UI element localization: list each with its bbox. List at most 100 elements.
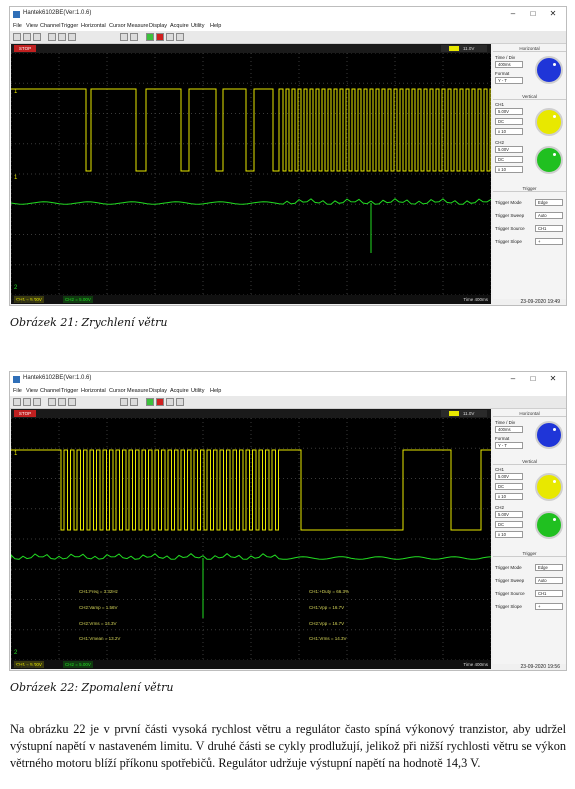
run-icon[interactable] xyxy=(146,398,154,406)
ch1-volt-select[interactable]: 5.00V xyxy=(495,473,523,480)
menu-horizontal[interactable]: Horizontal xyxy=(81,388,106,394)
trigger-sweep-select[interactable]: Auto xyxy=(535,212,563,219)
menu-channel[interactable]: Channel xyxy=(40,23,61,29)
zoom-out-icon[interactable] xyxy=(130,398,138,406)
ch1-ground-marker[interactable]: 1 xyxy=(14,175,18,181)
menu-view[interactable]: View xyxy=(26,388,38,394)
ch1-coupling-select[interactable]: DC xyxy=(495,118,523,125)
ch1-coupling-select[interactable]: DC xyxy=(495,483,523,490)
menu-acquire[interactable]: Acquire xyxy=(170,23,189,29)
open-icon[interactable] xyxy=(13,398,21,406)
time-div-label: Time / Div xyxy=(495,420,516,425)
ch1-checkbox[interactable]: CH1 xyxy=(495,467,504,472)
measure-icon[interactable] xyxy=(58,398,66,406)
trigger-sweep-select[interactable]: Auto xyxy=(535,577,563,584)
ch2-knob[interactable] xyxy=(535,511,563,539)
menu-trigger[interactable]: Trigger xyxy=(61,23,78,29)
ch1-probe-select[interactable]: x 10 xyxy=(495,493,523,500)
trigger-source-select[interactable]: CH1 xyxy=(535,225,563,232)
ch1-volt-select[interactable]: 5.00V xyxy=(495,108,523,115)
menu-help[interactable]: Help xyxy=(210,388,221,394)
ch2-coupling-select[interactable]: DC xyxy=(495,156,523,163)
format-select[interactable]: Y - T xyxy=(495,77,523,84)
trigger-sweep-label: Trigger Sweep xyxy=(495,213,525,218)
ch2-ground-marker[interactable]: 2 xyxy=(14,650,18,656)
ch2-ground-marker[interactable]: 2 xyxy=(14,285,18,291)
channel-icon[interactable] xyxy=(68,398,76,406)
menu-display[interactable]: Display xyxy=(149,23,167,29)
ch1-checkbox[interactable]: CH1 xyxy=(495,102,504,107)
ch1-marker[interactable]: 1 xyxy=(14,451,18,457)
zoom-in-icon[interactable] xyxy=(120,398,128,406)
menu-display[interactable]: Display xyxy=(149,388,167,394)
cursor-icon[interactable] xyxy=(48,33,56,41)
run-icon[interactable] xyxy=(146,33,154,41)
ch1-probe-select[interactable]: x 10 xyxy=(495,128,523,135)
ch1-marker[interactable]: 1 xyxy=(14,89,18,95)
ch2-volt-select[interactable]: 5.00V xyxy=(495,511,523,518)
run-state-indicator[interactable]: STOP xyxy=(14,45,36,52)
maximize-button[interactable]: □ xyxy=(526,373,540,385)
horizontal-knob[interactable] xyxy=(535,56,563,84)
print-icon[interactable] xyxy=(33,398,41,406)
scope-display: 1 1 2 xyxy=(10,52,492,296)
menu-utility[interactable]: Utility xyxy=(191,23,204,29)
menu-channel[interactable]: Channel xyxy=(40,388,61,394)
trigger-mode-select[interactable]: Edge xyxy=(535,564,563,571)
ch2-knob[interactable] xyxy=(535,146,563,174)
trigger-mode-select[interactable]: Edge xyxy=(535,199,563,206)
measure-icon[interactable] xyxy=(58,33,66,41)
ch2-coupling-select[interactable]: DC xyxy=(495,521,523,528)
single-icon[interactable] xyxy=(166,398,174,406)
menu-cursor[interactable]: Cursor xyxy=(109,388,126,394)
format-select[interactable]: Y - T xyxy=(495,442,523,449)
close-button[interactable]: ✕ xyxy=(546,373,560,385)
trigger-source-select[interactable]: CH1 xyxy=(535,590,563,597)
menu-bar: File View Channel Trigger Horizontal Cur… xyxy=(10,387,566,396)
open-icon[interactable] xyxy=(13,33,21,41)
figure-caption-22: Obrázek 22: Zpomalení větru xyxy=(10,681,174,694)
menu-measure[interactable]: Measure xyxy=(127,23,148,29)
ch2-volt-select[interactable]: 5.00V xyxy=(495,146,523,153)
menu-measure[interactable]: Measure xyxy=(127,388,148,394)
menu-cursor[interactable]: Cursor xyxy=(109,23,126,29)
channel-icon[interactable] xyxy=(68,33,76,41)
minimize-button[interactable]: – xyxy=(506,8,520,20)
menu-view[interactable]: View xyxy=(26,23,38,29)
auto-icon[interactable] xyxy=(176,398,184,406)
menu-utility[interactable]: Utility xyxy=(191,388,204,394)
trigger-value: 11.0V xyxy=(463,411,475,416)
stop-icon[interactable] xyxy=(156,398,164,406)
run-state-indicator[interactable]: STOP xyxy=(14,410,36,417)
save-icon[interactable] xyxy=(23,398,31,406)
menu-acquire[interactable]: Acquire xyxy=(170,388,189,394)
zoom-in-icon[interactable] xyxy=(120,33,128,41)
menu-file[interactable]: File xyxy=(13,388,22,394)
ch1-knob[interactable] xyxy=(535,473,563,501)
save-icon[interactable] xyxy=(23,33,31,41)
trigger-slope-select[interactable]: + xyxy=(535,603,563,610)
time-div-select[interactable]: 400ms xyxy=(495,426,523,433)
ch2-checkbox[interactable]: CH2 xyxy=(495,140,504,145)
menu-horizontal[interactable]: Horizontal xyxy=(81,23,106,29)
menu-trigger[interactable]: Trigger xyxy=(61,388,78,394)
ch2-probe-select[interactable]: x 10 xyxy=(495,531,523,538)
single-icon[interactable] xyxy=(166,33,174,41)
cursor-icon[interactable] xyxy=(48,398,56,406)
zoom-out-icon[interactable] xyxy=(130,33,138,41)
stop-icon[interactable] xyxy=(156,33,164,41)
horizontal-knob[interactable] xyxy=(535,421,563,449)
auto-icon[interactable] xyxy=(176,33,184,41)
close-button[interactable]: ✕ xyxy=(546,8,560,20)
ch1-knob[interactable] xyxy=(535,108,563,136)
print-icon[interactable] xyxy=(33,33,41,41)
time-div-select[interactable]: 400ms xyxy=(495,61,523,68)
menu-help[interactable]: Help xyxy=(210,23,221,29)
trigger-slope-select[interactable]: + xyxy=(535,238,563,245)
minimize-button[interactable]: – xyxy=(506,373,520,385)
ch2-probe-select[interactable]: x 10 xyxy=(495,166,523,173)
ch2-checkbox[interactable]: CH2 xyxy=(495,505,504,510)
trigger-readout: 11.0V xyxy=(441,45,487,52)
maximize-button[interactable]: □ xyxy=(526,8,540,20)
menu-file[interactable]: File xyxy=(13,23,22,29)
